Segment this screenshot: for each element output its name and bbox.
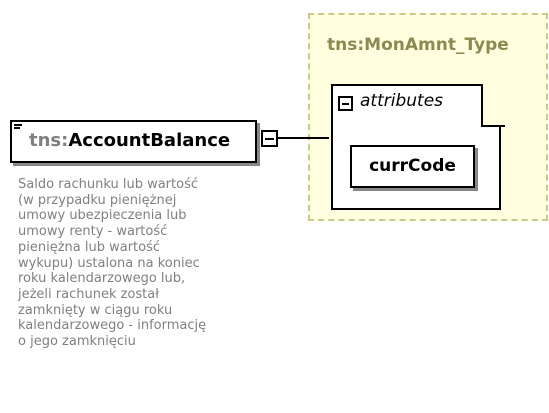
attributes-label: attributes [360, 91, 444, 111]
element-name: tns:AccountBalance [29, 130, 230, 151]
collapse-element-icon[interactable] [261, 130, 278, 147]
collapse-attributes-icon[interactable] [338, 96, 353, 111]
complex-type-name: tns:MonAmnt_Type [327, 35, 509, 55]
attribute-currcode[interactable]: currCode [350, 145, 475, 188]
element-documentation: Saldo rachunku lub wartość (w przypadku … [18, 177, 207, 350]
element-prefix: tns: [29, 130, 69, 151]
complex-type-box: tns:MonAmnt_Type attributes currCode [308, 13, 548, 221]
attributes-group: attributes currCode [331, 84, 507, 210]
element-marker-icon [14, 124, 22, 131]
element-local-name: AccountBalance [68, 130, 231, 151]
element-box[interactable]: tns:AccountBalance [10, 120, 257, 163]
connector-line [278, 137, 329, 139]
